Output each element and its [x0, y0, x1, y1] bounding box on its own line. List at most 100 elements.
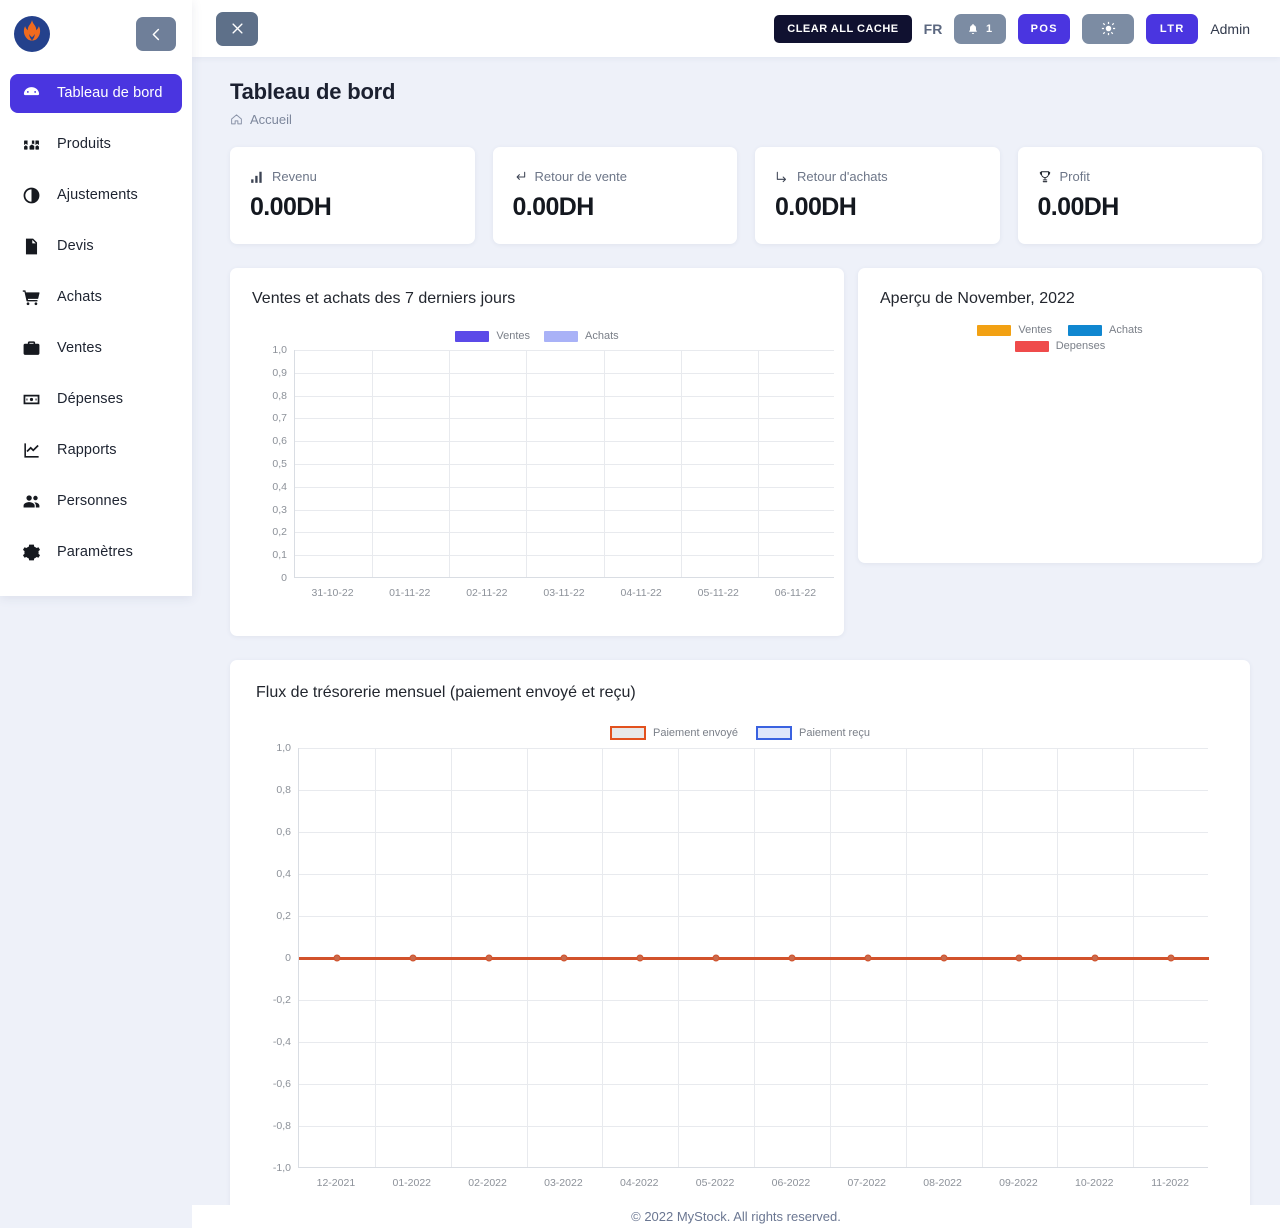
overview-chart-legend: Ventes Achats Depenses — [880, 324, 1240, 352]
y-axis-tick: 0,1 — [272, 549, 287, 562]
x-axis-tick: 03-2022 — [544, 1177, 583, 1189]
chart-line-icon — [22, 441, 41, 460]
y-axis-tick: -1,0 — [272, 1162, 291, 1174]
legend-swatch — [977, 324, 1012, 336]
legend-item-achats[interactable]: Achats — [544, 330, 619, 342]
gridline-horizontal — [295, 441, 834, 443]
sidebar-item-parametres[interactable]: Paramètres — [10, 533, 182, 572]
language-selector[interactable]: FR — [924, 21, 943, 37]
sidebar-item-produits[interactable]: Produits — [10, 125, 182, 164]
notifications-button[interactable]: 1 — [954, 13, 1007, 44]
home-icon — [231, 114, 242, 125]
sidebar-item-devis[interactable]: Devis — [10, 227, 182, 266]
sidebar-item-tableau-de-bord[interactable]: Tableau de bord — [10, 74, 182, 113]
data-point — [333, 954, 341, 962]
overview-chart-plot — [880, 352, 1240, 532]
gridline-vertical — [449, 350, 451, 577]
trophy-icon — [1039, 170, 1050, 182]
gridline-vertical — [526, 350, 528, 577]
top-bar: CLEAR ALL CACHE FR 1 POS LTR Admin — [192, 0, 1280, 57]
money-bill-icon — [22, 390, 41, 409]
data-point — [636, 954, 644, 962]
gridline-vertical — [603, 350, 605, 577]
y-axis-tick: 1,0 — [272, 344, 287, 356]
x-axis-tick: 12-2021 — [316, 1177, 356, 1189]
gridline-vertical — [680, 350, 682, 577]
sidebar-item-ventes[interactable]: Ventes — [10, 329, 182, 368]
sidebar-item-label: Dépenses — [57, 391, 124, 408]
y-axis-tick: 0,4 — [276, 868, 291, 880]
sidebar-item-label: Produits — [57, 136, 111, 153]
breadcrumb-label: Accueil — [250, 112, 292, 127]
x-axis-tick: 04-11-22 — [620, 587, 662, 599]
main-content: Tableau de bord Accueil Revenu 0.00DH Re… — [192, 57, 1280, 1215]
y-axis-tick: -0,4 — [272, 1036, 291, 1048]
y-axis-tick: 0,4 — [272, 480, 287, 493]
direction-toggle-button[interactable]: LTR — [1146, 13, 1199, 44]
plot-area — [298, 748, 1209, 1168]
close-button[interactable] — [216, 11, 258, 46]
quote-document-icon — [22, 237, 41, 256]
x-axis-tick: 01-11-22 — [389, 587, 431, 599]
legend-label: Depenses — [1055, 340, 1106, 352]
y-axis-tick: -0,6 — [272, 1078, 291, 1090]
sales-chart-title: Ventes et achats des 7 derniers jours — [252, 290, 516, 307]
legend-item-ventes[interactable]: Ventes — [455, 330, 530, 342]
x-axis-tick: 08-2022 — [923, 1177, 962, 1189]
x-axis-tick: 09-2022 — [999, 1177, 1038, 1189]
breadcrumb[interactable]: Accueil — [230, 112, 1262, 127]
sidebar-item-label: Personnes — [57, 493, 128, 510]
pos-button[interactable]: POS — [1018, 13, 1071, 44]
cashflow-chart-title: Flux de trésorerie mensuel (paiement env… — [256, 684, 636, 701]
stat-card-retour-dachats: Retour d'achats 0.00DH — [755, 147, 1000, 244]
data-point — [940, 954, 948, 962]
gridline-horizontal — [295, 372, 834, 374]
theme-toggle-button[interactable] — [1082, 13, 1135, 44]
x-axis-tick: 05-2022 — [695, 1177, 735, 1189]
stat-label: Retour de vente — [534, 169, 628, 184]
bar-chart-icon — [251, 171, 262, 183]
legend-swatch — [1014, 340, 1049, 352]
legend-item-depenses[interactable]: Depenses — [1014, 340, 1106, 352]
sidebar-item-label: Ajustements — [57, 187, 138, 204]
gridline-horizontal — [295, 464, 834, 465]
legend-item-paiement-recu[interactable]: Paiement reçu — [756, 726, 870, 740]
gridline-horizontal — [295, 532, 834, 534]
flame-glyph — [23, 20, 41, 41]
legend-item-achats[interactable]: Achats — [1068, 324, 1143, 336]
stat-card-profit: Profit 0.00DH — [1017, 147, 1262, 244]
user-menu[interactable]: Admin — [1210, 21, 1250, 37]
stat-card-revenu: Revenu 0.00DH — [230, 147, 475, 244]
shopping-cart-icon — [22, 288, 41, 307]
stat-value: 0.00DH — [1037, 193, 1120, 221]
x-axis-tick: 04-2022 — [619, 1177, 659, 1189]
y-axis-tick: -0,2 — [272, 994, 291, 1006]
y-axis-tick: 0,6 — [276, 826, 291, 838]
y-axis-tick: 0 — [285, 952, 291, 964]
y-axis-tick: 0,3 — [272, 503, 287, 516]
sidebar-item-personnes[interactable]: Personnes — [10, 482, 182, 521]
stat-value: 0.00DH — [250, 193, 332, 221]
footer-text: © 2022 MyStock. All rights reserved. — [631, 1209, 841, 1224]
sidebar: Tableau de bord Produits Ajustements Dev… — [0, 0, 192, 596]
legend-item-ventes[interactable]: Ventes — [977, 324, 1052, 336]
clear-all-cache-button[interactable]: CLEAR ALL CACHE — [774, 14, 912, 43]
sales-chart-plot: 1,0 0,9 0,8 0,7 0,6 0,5 0,4 0,3 0,2 0,1 0 31-10-22 0… — [252, 342, 844, 599]
gridline-vertical — [372, 350, 374, 577]
sidebar-item-ajustements[interactable]: Ajustements — [10, 176, 182, 215]
bell-icon — [969, 23, 977, 34]
return-arrow-icon — [516, 171, 525, 180]
gridline-horizontal — [295, 418, 834, 420]
y-axis-tick: 1,0 — [276, 742, 291, 754]
sidebar-item-achats[interactable]: Achats — [10, 278, 182, 317]
flame-logo-icon[interactable] — [14, 16, 50, 52]
gridline-vertical — [757, 350, 759, 577]
sidebar-collapse-button[interactable] — [136, 17, 176, 51]
sidebar-item-depenses[interactable]: Dépenses — [10, 380, 182, 419]
data-point — [485, 954, 493, 962]
sidebar-item-label: Rapports — [57, 442, 117, 459]
stats-row: Revenu 0.00DH Retour de vente 0.00DH Ret… — [230, 147, 1262, 244]
cashflow-chart-card: Flux de trésorerie mensuel (paiement env… — [230, 660, 1250, 1215]
legend-item-paiement-envoye[interactable]: Paiement envoyé — [610, 726, 738, 740]
sidebar-item-rapports[interactable]: Rapports — [10, 431, 182, 470]
